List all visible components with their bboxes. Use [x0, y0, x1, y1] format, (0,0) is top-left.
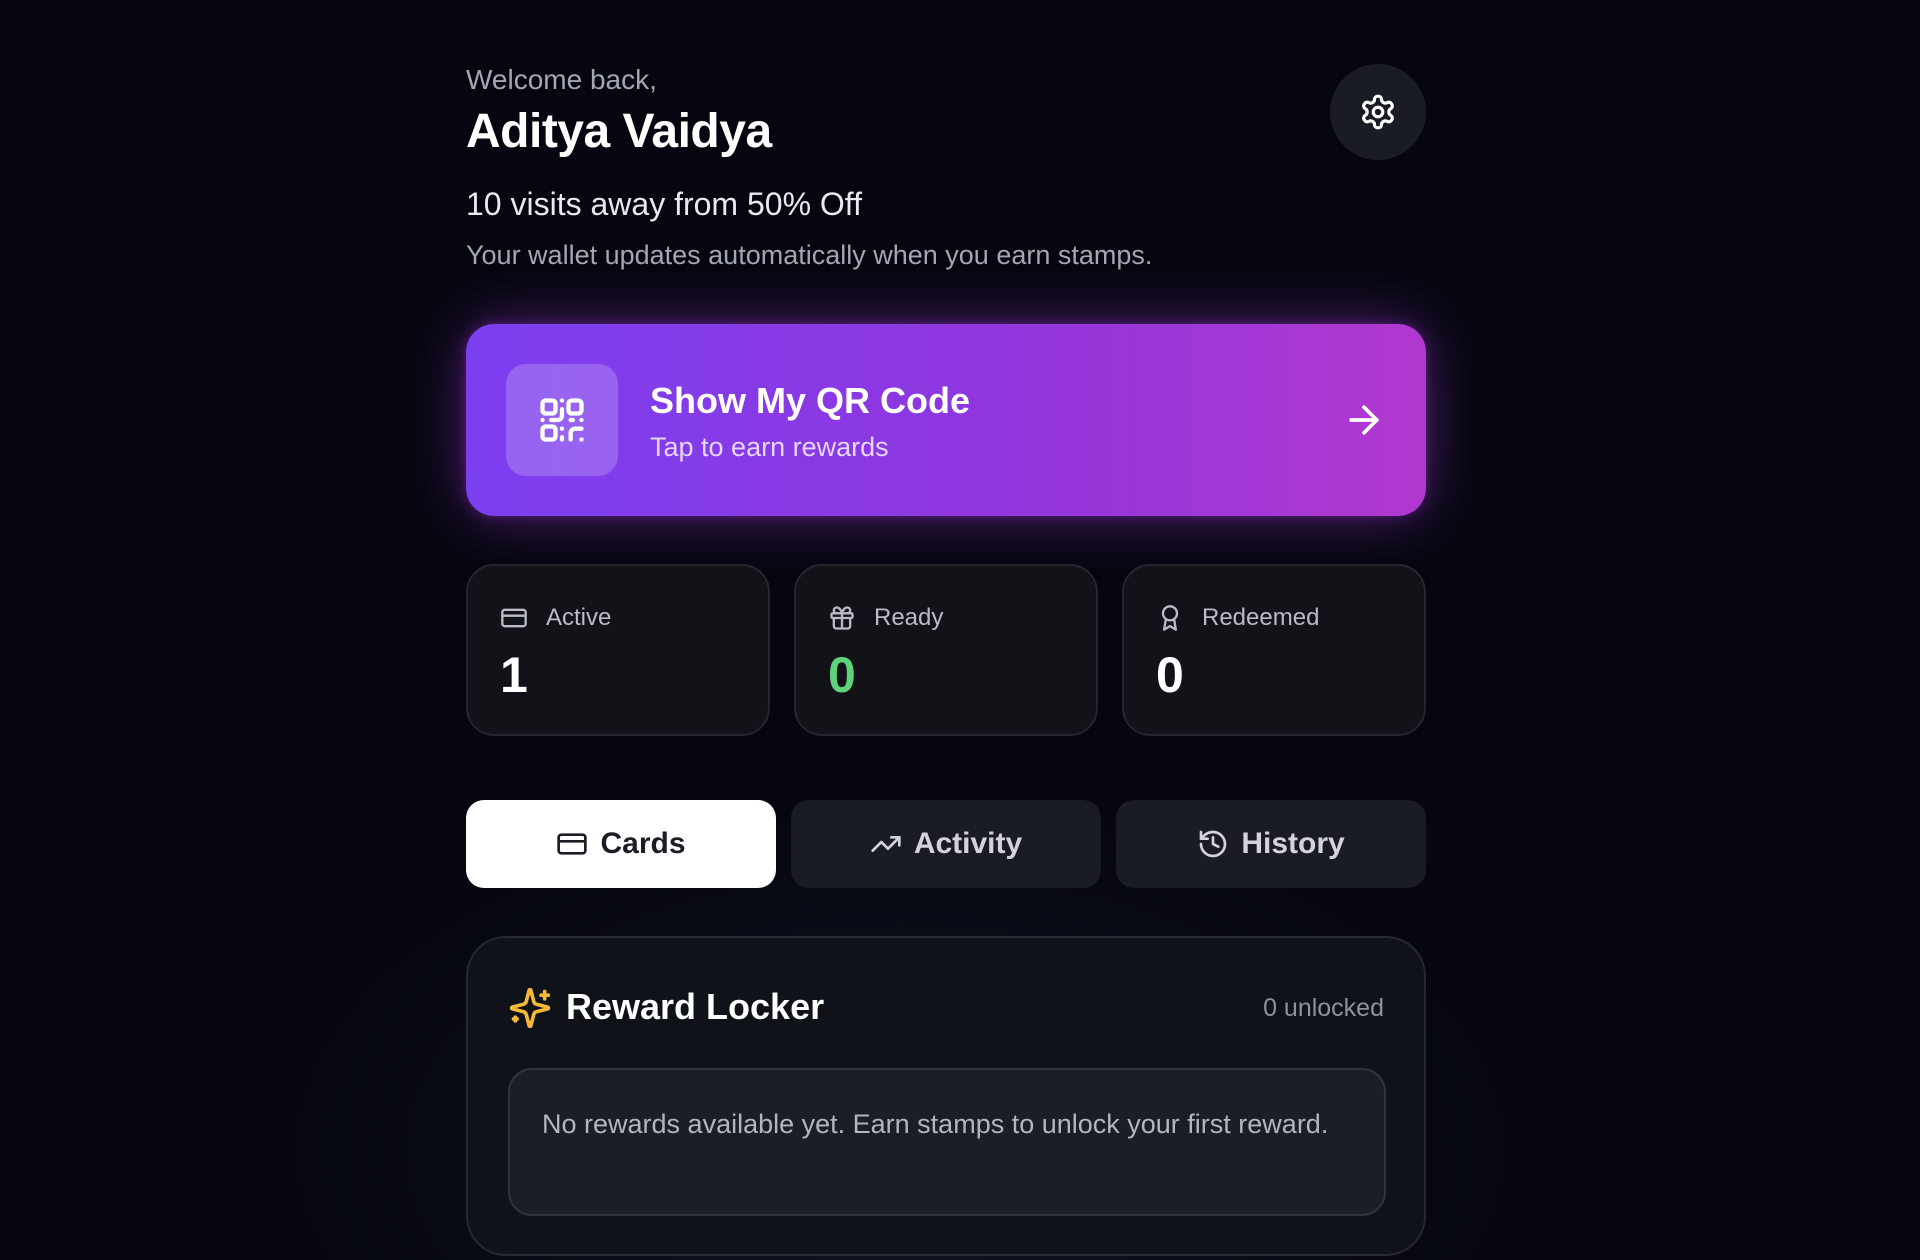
tab-activity[interactable]: Activity: [791, 800, 1101, 888]
tab-label: Cards: [600, 827, 686, 860]
qr-icon-box: [506, 364, 618, 476]
stat-value: 1: [500, 647, 528, 703]
gear-icon: [1362, 94, 1394, 130]
gift-icon: [830, 606, 854, 630]
reward-locker: Reward Locker 0 unlocked No rewards avai…: [466, 936, 1426, 1256]
show-qr-code-button[interactable]: Show My QR Code Tap to earn rewards: [466, 324, 1426, 516]
qr-card-title: Show My QR Code: [650, 380, 971, 421]
credit-card-icon: [501, 608, 527, 628]
award-icon: [1161, 605, 1179, 631]
tab-label: History: [1241, 827, 1345, 860]
wallet-page: Welcome back, Aditya Vaidya 10 visits aw…: [466, 0, 1426, 1260]
reward-locker-title: Reward Locker: [566, 986, 825, 1027]
arrow-right-icon: [1349, 405, 1379, 435]
credit-card-icon: [557, 833, 588, 855]
unlocked-count: 0 unlocked: [1263, 994, 1384, 1022]
qr-card-subtitle: Tap to earn rewards: [650, 432, 889, 462]
user-name: Aditya Vaidya: [466, 105, 772, 158]
progress-text: 10 visits away from 50% Off: [466, 186, 862, 222]
sparkles-icon: [509, 987, 551, 1029]
wallet-subtitle: Your wallet updates automatically when y…: [466, 240, 1153, 270]
stat-active: Active 1: [466, 564, 770, 736]
settings-button[interactable]: [1330, 64, 1426, 160]
stat-label: Active: [546, 604, 612, 631]
tab-history[interactable]: History: [1116, 800, 1426, 888]
tab-cards[interactable]: Cards: [466, 800, 776, 888]
stat-label: Redeemed: [1202, 604, 1320, 631]
stat-value: 0: [828, 647, 856, 703]
greeting-text: Welcome back,: [466, 64, 657, 95]
stat-redeemed: Redeemed 0: [1122, 564, 1426, 736]
stat-value: 0: [1156, 647, 1184, 703]
qr-code-icon: [540, 398, 584, 442]
empty-rewards-message: No rewards available yet. Earn stamps to…: [508, 1068, 1386, 1216]
stat-label: Ready: [874, 604, 944, 631]
stat-ready: Ready 0: [794, 564, 1098, 736]
history-icon: [1199, 830, 1227, 858]
tab-label: Activity: [913, 827, 1023, 860]
trending-up-icon: [871, 836, 901, 852]
